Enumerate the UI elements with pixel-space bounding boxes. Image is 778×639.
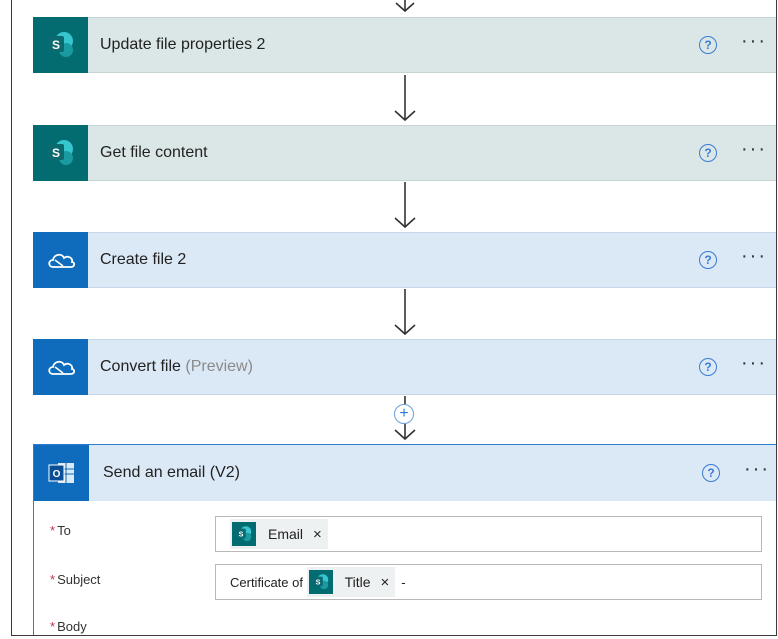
sharepoint-icon: S xyxy=(308,570,333,594)
step-title: Create file 2 xyxy=(100,251,187,268)
more-options-icon[interactable]: ··· xyxy=(741,353,767,381)
connector-arrow-icon xyxy=(394,289,416,336)
svg-text:S: S xyxy=(51,146,59,160)
step-title: Send an email (V2) xyxy=(103,464,240,481)
svg-text:S: S xyxy=(239,529,244,538)
step-title: Convert file (Preview) xyxy=(88,358,699,376)
sharepoint-icon: S xyxy=(33,125,88,181)
flow-step-create-file[interactable]: Create file 2 ? ··· xyxy=(33,232,776,288)
required-mark: * xyxy=(50,523,56,538)
step-title: Get file content xyxy=(100,144,208,161)
svg-text:S: S xyxy=(315,577,320,586)
more-options-icon[interactable]: ··· xyxy=(741,31,767,59)
svg-text:S: S xyxy=(51,38,59,52)
required-mark: * xyxy=(50,572,56,587)
subject-label-text: Subject xyxy=(57,572,101,587)
help-icon[interactable]: ? xyxy=(699,251,718,269)
help-icon[interactable]: ? xyxy=(702,464,721,482)
token-label: Title xyxy=(344,574,371,590)
email-step-header[interactable]: O Send an email (V2) ? ··· xyxy=(34,445,776,501)
step-title-text: Convert file xyxy=(100,358,181,375)
subject-field-label: * Subject xyxy=(50,572,100,587)
add-step-button[interactable]: + xyxy=(394,404,414,424)
remove-token-icon[interactable]: × xyxy=(313,526,322,543)
connector-arrow-icon xyxy=(394,75,416,122)
help-icon[interactable]: ? xyxy=(699,36,718,54)
onedrive-icon xyxy=(33,232,88,288)
flow-step-send-email[interactable]: O Send an email (V2) ? ··· * To S Email … xyxy=(33,444,776,635)
more-options-icon[interactable]: ··· xyxy=(744,459,770,487)
flow-step-update-file-properties[interactable]: S Update file properties 2 ? ··· xyxy=(33,17,776,73)
step-title: Update file properties 2 xyxy=(100,36,266,53)
to-label-text: To xyxy=(57,523,71,538)
sharepoint-icon: S xyxy=(33,17,88,73)
plus-icon: + xyxy=(399,405,409,422)
connector-arrow-icon xyxy=(394,182,416,229)
body-field-label: * Body xyxy=(50,619,87,634)
more-options-icon[interactable]: ··· xyxy=(741,246,767,274)
subject-prefix-text: Certificate of xyxy=(230,574,307,590)
dynamic-token-email[interactable]: S Email × xyxy=(230,519,328,549)
onedrive-icon xyxy=(33,339,88,395)
help-icon[interactable]: ? xyxy=(699,358,718,376)
token-label: Email xyxy=(268,526,304,542)
required-mark: * xyxy=(50,619,56,634)
connector-arrow-icon xyxy=(395,0,415,13)
dynamic-token-title[interactable]: S Title × xyxy=(306,567,396,597)
remove-token-icon[interactable]: × xyxy=(381,574,390,591)
outlook-icon: O xyxy=(34,445,89,501)
help-icon[interactable]: ? xyxy=(699,144,718,162)
to-field[interactable]: S Email × xyxy=(215,516,762,552)
flow-step-get-file-content[interactable]: S Get file content ? ··· xyxy=(33,125,776,181)
more-options-icon[interactable]: ··· xyxy=(741,139,767,167)
subject-field[interactable]: Certificate of S Title × - xyxy=(215,564,762,600)
body-label-text: Body xyxy=(57,619,87,634)
subject-suffix-text: - xyxy=(401,574,406,590)
flow-canvas: S Update file properties 2 ? ··· S Get f… xyxy=(11,0,777,636)
svg-text:O: O xyxy=(52,469,60,480)
sharepoint-icon: S xyxy=(232,522,256,546)
to-field-label: * To xyxy=(50,523,71,538)
flow-step-convert-file[interactable]: Convert file (Preview) ? ··· xyxy=(33,339,776,395)
preview-tag: (Preview) xyxy=(185,358,253,375)
